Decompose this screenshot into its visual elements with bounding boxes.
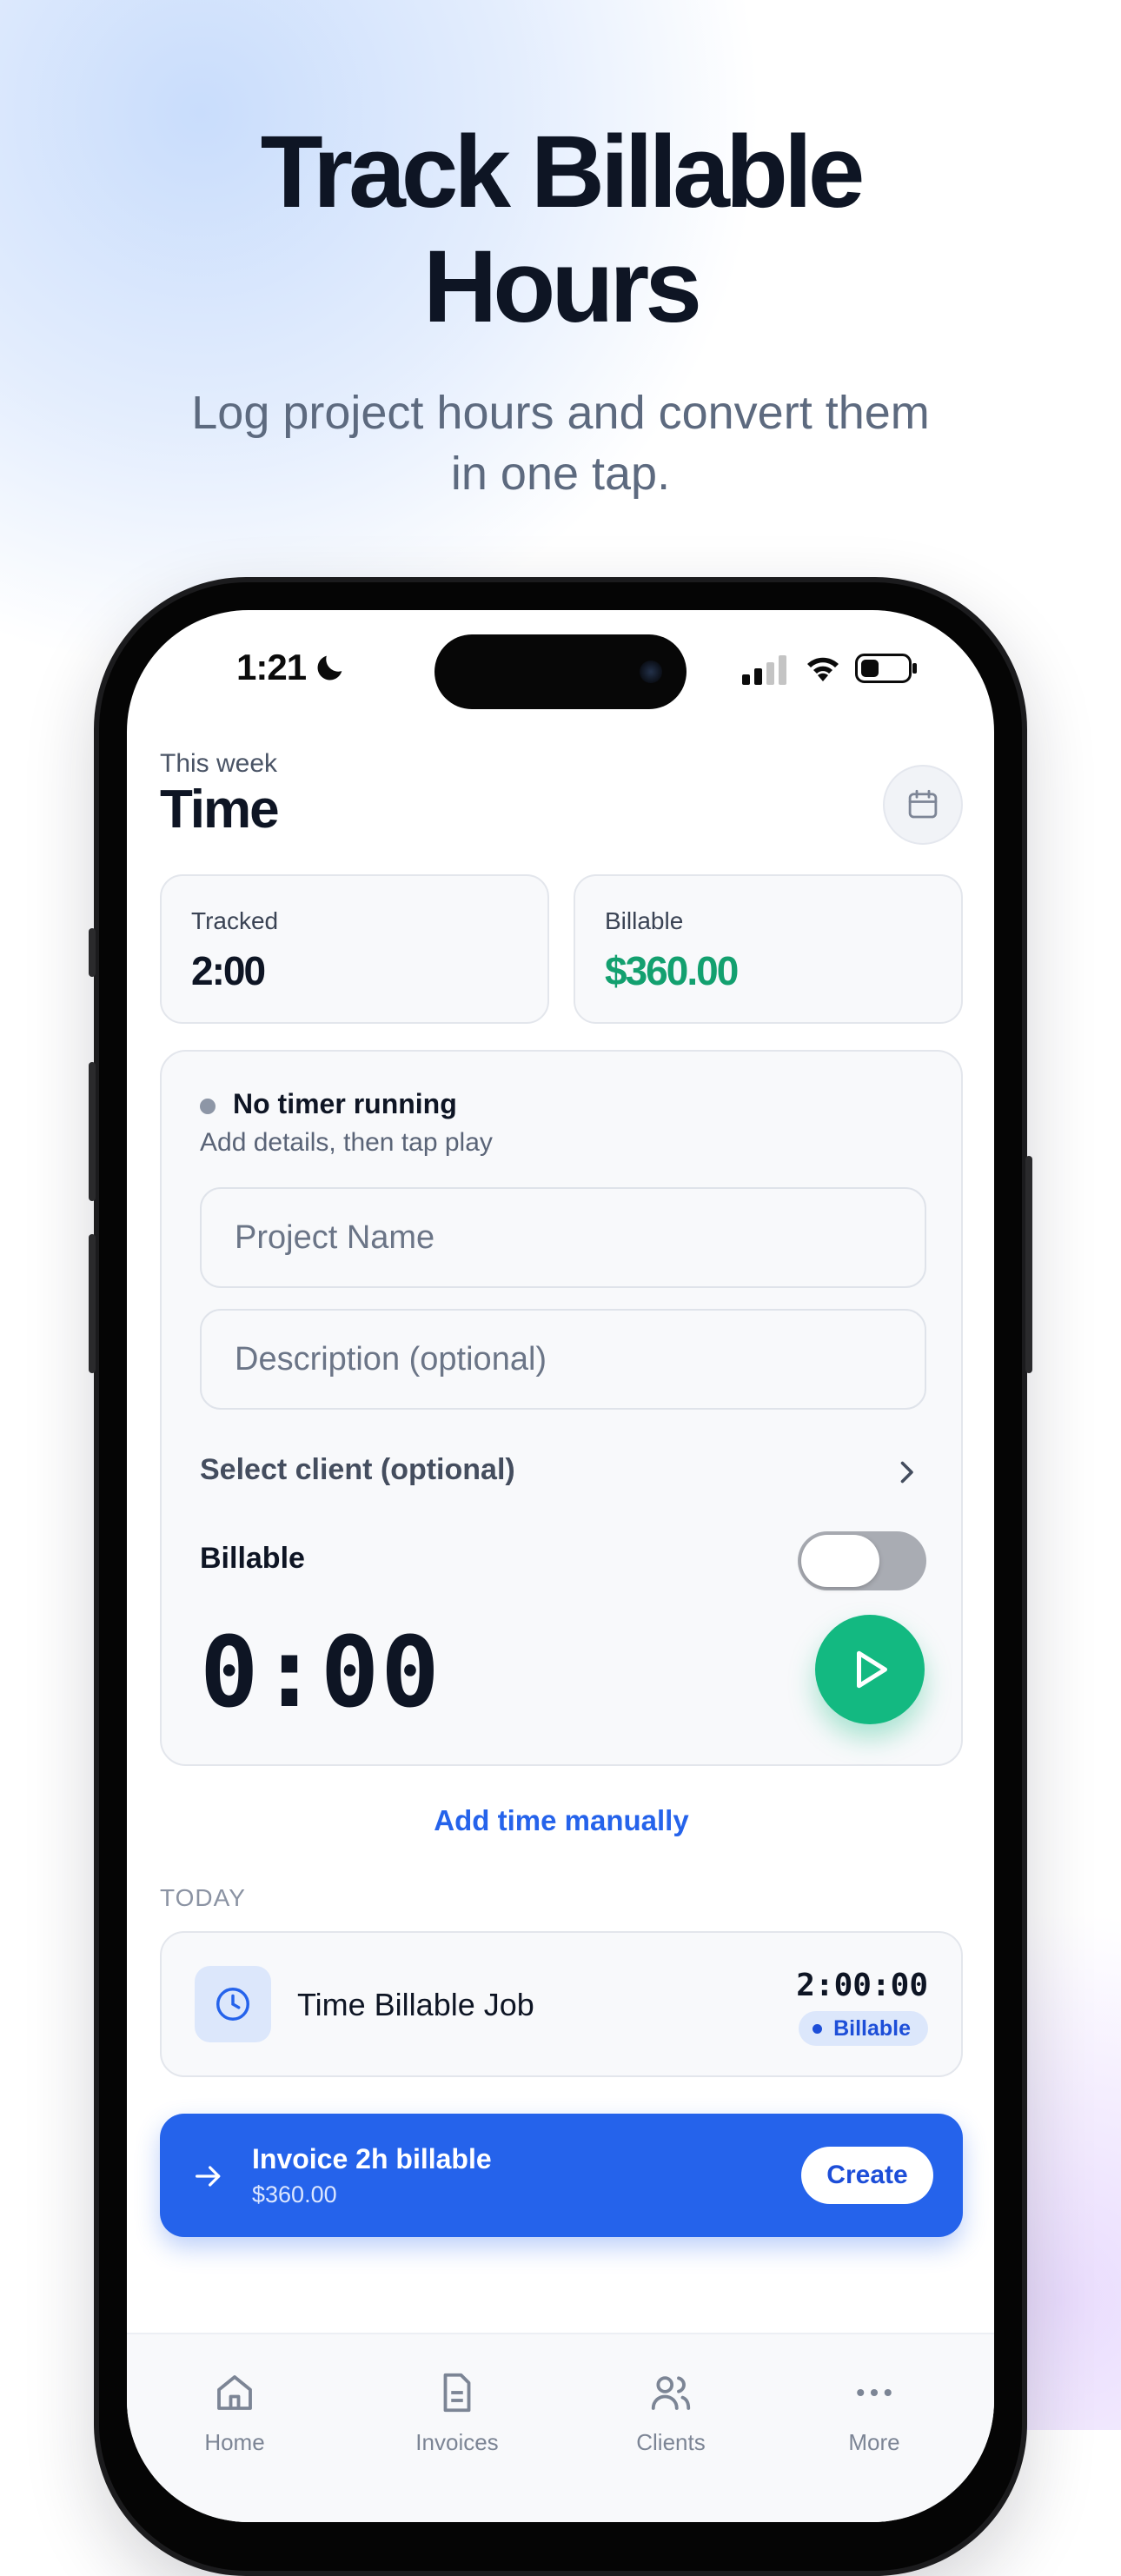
billable-row: Billable	[200, 1524, 926, 1594]
cellular-signal-icon	[742, 655, 786, 685]
entry-duration: 2:00:00	[796, 1968, 928, 2003]
phone-side-button-volume-down	[89, 1234, 96, 1373]
phone-side-button-volume-up	[89, 1062, 96, 1201]
tracked-label: Tracked	[191, 907, 279, 934]
calendar-button[interactable]	[883, 765, 963, 845]
page-title: Time	[160, 780, 280, 840]
document-icon	[443, 2373, 471, 2413]
description-input[interactable]	[200, 1309, 926, 1410]
invoice-amount: $360.00	[252, 2181, 337, 2208]
play-icon	[857, 1650, 887, 1689]
tracked-value: 2:00	[191, 948, 266, 993]
hero-subtitle: Log project hours and convert them in on…	[191, 387, 930, 500]
hero-title-line1: Track Billable	[260, 115, 866, 229]
project-name-input[interactable]	[200, 1187, 926, 1288]
users-icon	[651, 2376, 691, 2410]
add-time-manually-link[interactable]: Add time manually	[160, 1804, 963, 1837]
badge-dot	[813, 2024, 823, 2034]
billable-toggle[interactable]	[798, 1531, 926, 1590]
home-icon	[217, 2375, 252, 2410]
time-entry-card[interactable]: Time Billable Job 2:00:00 Billable	[160, 1931, 963, 2077]
tracked-stat-card: Tracked 2:00	[160, 874, 549, 1024]
today-section-label: TODAY	[160, 1884, 246, 1911]
billable-value: $360.00	[605, 948, 739, 993]
timer-status-dot	[200, 1099, 216, 1114]
calendar-icon	[908, 789, 938, 819]
timer-hint: Add details, then tap play	[200, 1128, 493, 1157]
billable-toggle-knob	[801, 1535, 879, 1587]
phone-screen: 1:21 This week Time Tracked 2:00 Billabl…	[127, 610, 994, 2522]
billable-toggle-label: Billable	[200, 1542, 305, 1575]
tab-home[interactable]: Home	[165, 2369, 304, 2456]
entry-badge-label: Billable	[833, 2016, 911, 2041]
entry-icon-container	[195, 1966, 271, 2042]
play-button[interactable]	[815, 1615, 925, 1724]
focus-moon-icon	[317, 655, 342, 681]
tab-invoices[interactable]: Invoices	[388, 2369, 527, 2456]
tab-bar: Home Invoices Clients More	[127, 2333, 994, 2522]
more-icon	[857, 2388, 892, 2397]
tab-invoices-label: Invoices	[415, 2429, 499, 2455]
entry-billable-badge: Billable	[799, 2011, 928, 2046]
camera-lens-icon	[640, 661, 662, 683]
phone-side-button-mute	[89, 928, 96, 977]
client-select-label: Select client (optional)	[200, 1453, 515, 1486]
tab-home-label: Home	[204, 2429, 265, 2455]
hero-title: Track Billable Hours	[0, 115, 1121, 344]
tab-clients-label: Clients	[636, 2429, 706, 2455]
phone-side-button-power	[1025, 1156, 1032, 1373]
invoice-title: Invoice 2h billable	[252, 2143, 492, 2174]
timer-display: 0:00	[200, 1617, 441, 1730]
timer-card: No timer running Add details, then tap p…	[160, 1050, 963, 1766]
entry-name: Time Billable Job	[297, 1987, 534, 2022]
wifi-icon	[807, 657, 839, 681]
billable-stat-card: Billable $360.00	[574, 874, 963, 1024]
tab-more[interactable]: More	[805, 2369, 944, 2456]
invoice-banner[interactable]: Invoice 2h billable $360.00 Create	[160, 2114, 963, 2237]
battery-icon	[855, 654, 917, 683]
chevron-right-icon	[900, 1461, 913, 1484]
tab-more-label: More	[848, 2429, 900, 2455]
dynamic-island	[434, 634, 687, 709]
status-bar: 1:21	[127, 610, 994, 732]
billable-label: Billable	[605, 907, 684, 934]
client-select[interactable]: Select client (optional)	[200, 1443, 926, 1504]
week-label: This week	[160, 749, 278, 778]
arrow-right-icon	[196, 2166, 221, 2187]
create-invoice-button[interactable]: Create	[801, 2147, 933, 2204]
hero-title-line2: Hours	[423, 229, 702, 344]
timer-status: No timer running	[233, 1088, 457, 1119]
tab-clients[interactable]: Clients	[601, 2369, 740, 2456]
status-time: 1:21	[236, 647, 307, 687]
clock-icon	[216, 1988, 249, 2021]
